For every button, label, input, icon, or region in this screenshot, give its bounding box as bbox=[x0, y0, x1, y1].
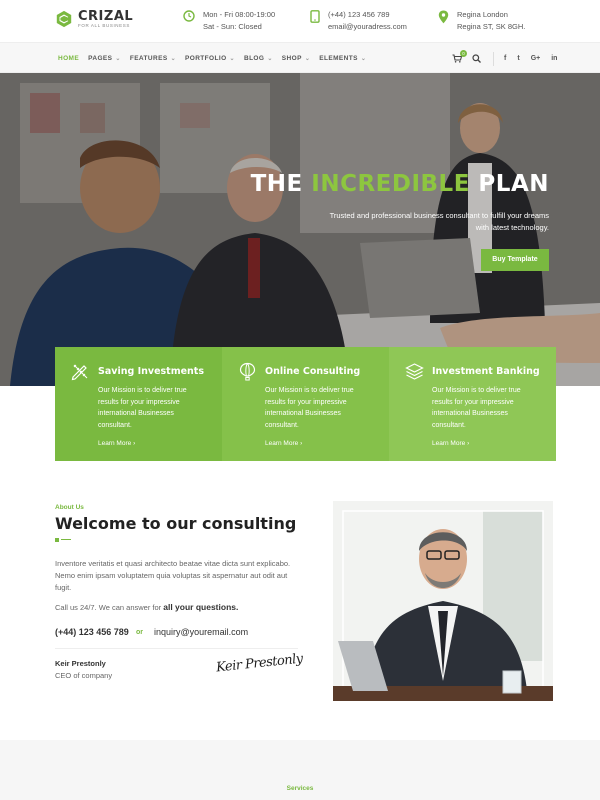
cart-count-badge: 0 bbox=[460, 50, 467, 57]
clock-icon bbox=[183, 10, 195, 22]
nav-divider bbox=[493, 51, 494, 66]
buy-template-button[interactable]: Buy Template bbox=[481, 249, 549, 271]
about-call-text: Call us 24/7. We can answer for all your… bbox=[55, 602, 238, 612]
learn-more-link[interactable]: Learn More › bbox=[98, 440, 208, 447]
nav-item-label: ELEMENTS bbox=[319, 55, 358, 62]
feature-description: Our Mission is to deliver true results f… bbox=[432, 387, 521, 429]
feature-description: Our Mission is to deliver true results f… bbox=[98, 387, 187, 429]
learn-more-label: Learn More bbox=[432, 440, 466, 447]
nav-item-shop[interactable]: SHOP ⌄ bbox=[282, 55, 310, 62]
learn-more-label: Learn More bbox=[265, 440, 299, 447]
feature-title: Online Consulting bbox=[265, 366, 361, 377]
twitter-icon[interactable]: t bbox=[517, 55, 519, 62]
chevron-right-icon: › bbox=[133, 440, 136, 447]
contact-phone-line1: (+44) 123 456 789 bbox=[328, 10, 390, 19]
about-email[interactable]: inquiry@youremail.com bbox=[154, 627, 248, 637]
nav-item-features[interactable]: FEATURES ⌄ bbox=[130, 55, 176, 62]
logo-icon bbox=[56, 11, 72, 28]
chevron-down-icon: ⌄ bbox=[360, 56, 367, 62]
about-or: or bbox=[136, 629, 143, 636]
hero-title-part2: PLAN bbox=[469, 171, 549, 197]
map-pin-icon bbox=[438, 10, 449, 24]
ceo-photo bbox=[333, 501, 553, 701]
layers-icon bbox=[405, 363, 424, 380]
about-title: Welcome to our consulting bbox=[55, 514, 297, 533]
nav-item-label: BLOG bbox=[243, 55, 265, 62]
contact-address: Regina London Regina ST, SK 8GH. bbox=[438, 9, 525, 33]
contact-hours-line1: Mon - Fri 08:00-19:00 bbox=[203, 10, 276, 19]
contact-address-line1: Regina London bbox=[457, 10, 508, 19]
nav-item-label: SHOP bbox=[281, 55, 302, 62]
title-separator bbox=[55, 537, 73, 542]
hero-title: THE INCREDIBLE PLAN bbox=[251, 171, 549, 197]
hero-banner: THE INCREDIBLE PLAN Trusted and professi… bbox=[0, 73, 600, 386]
nav-item-label: PAGES bbox=[88, 55, 113, 62]
nav-item-label: HOME bbox=[58, 55, 80, 62]
chevron-down-icon: ⌄ bbox=[170, 56, 177, 62]
contact-hours: Mon - Fri 08:00-19:00 Sat - Sun: Closed bbox=[183, 9, 275, 33]
contact-address-line2: Regina ST, SK 8GH. bbox=[457, 22, 526, 31]
phone-icon bbox=[310, 10, 320, 23]
nav-item-pages[interactable]: PAGES ⌄ bbox=[88, 55, 121, 62]
linkedin-icon[interactable]: in bbox=[551, 55, 557, 62]
nav-item-label: PORTFOLIO bbox=[185, 55, 227, 62]
chevron-right-icon: › bbox=[300, 440, 303, 447]
ceo-photo-image bbox=[333, 501, 553, 701]
feature-title: Investment Banking bbox=[432, 366, 540, 377]
chevron-down-icon: ⌄ bbox=[229, 56, 235, 62]
feature-title: Saving Investments bbox=[98, 366, 205, 377]
chevron-right-icon: › bbox=[467, 440, 470, 447]
feature-online-consulting: Online Consulting Our Mission is to deli… bbox=[222, 347, 389, 461]
feature-investment-banking: Investment Banking Our Mission is to del… bbox=[389, 347, 556, 461]
cart-button[interactable]: 0 bbox=[452, 50, 467, 63]
chevron-down-icon: ⌄ bbox=[304, 56, 311, 62]
nav-item-home[interactable]: HOME bbox=[58, 55, 79, 62]
about-label: About Us bbox=[55, 504, 84, 511]
contact-phone: (+44) 123 456 789 email@youradress.com bbox=[310, 9, 407, 33]
ceo-role: CEO of company bbox=[55, 671, 113, 680]
ceo-name: Keir Prestonly bbox=[55, 659, 106, 668]
nav-tools: 0 f t G+ in bbox=[452, 43, 568, 74]
learn-more-label: Learn More bbox=[98, 440, 132, 447]
google-plus-icon[interactable]: G+ bbox=[531, 55, 541, 62]
nav-item-elements[interactable]: ELEMENTS ⌄ bbox=[319, 55, 366, 62]
hot-air-balloon-icon bbox=[239, 362, 256, 381]
logo[interactable]: CRIZAL FOR ALL BUSINESS bbox=[55, 10, 133, 29]
chevron-down-icon: ⌄ bbox=[115, 56, 121, 62]
hero-subtitle: Trusted and professional business consul… bbox=[329, 211, 549, 232]
feature-boxes: Saving Investments Our Mission is to del… bbox=[55, 347, 556, 461]
learn-more-link[interactable]: Learn More › bbox=[265, 440, 375, 447]
contact-email-line2: email@youradress.com bbox=[328, 22, 407, 31]
nav-item-blog[interactable]: BLOG ⌄ bbox=[244, 55, 273, 62]
about-phone[interactable]: (+44) 123 456 789 bbox=[55, 627, 129, 637]
feature-description: Our Mission is to deliver true results f… bbox=[265, 387, 354, 429]
facebook-icon[interactable]: f bbox=[504, 55, 506, 62]
search-icon bbox=[472, 54, 481, 63]
services-label: Services bbox=[286, 785, 314, 792]
hero-title-part1: THE bbox=[250, 171, 312, 197]
main-nav: HOME PAGES ⌄ FEATURES ⌄ PORTFOLIO ⌄ BLOG ⌄ S… bbox=[0, 42, 600, 73]
hero-title-highlight: INCREDIBLE bbox=[311, 171, 470, 197]
call-text: Call us 24/7. We can answer for bbox=[55, 603, 164, 612]
call-text-bold: all your questions. bbox=[163, 602, 239, 612]
nav-menu: HOME PAGES ⌄ FEATURES ⌄ PORTFOLIO ⌄ BLOG ⌄ S… bbox=[58, 43, 375, 74]
search-button[interactable] bbox=[472, 54, 481, 63]
learn-more-link[interactable]: Learn More › bbox=[432, 440, 542, 447]
pencil-ruler-icon bbox=[71, 364, 88, 381]
about-text: Inventore veritatis et quasi architecto … bbox=[55, 559, 291, 592]
chevron-down-icon: ⌄ bbox=[267, 56, 273, 62]
logo-tagline: FOR ALL BUSINESS bbox=[78, 23, 130, 28]
top-header: CRIZAL FOR ALL BUSINESS Mon - Fri 08:00-… bbox=[0, 0, 600, 42]
contact-hours-line2: Sat - Sun: Closed bbox=[203, 22, 262, 31]
nav-item-label: FEATURES bbox=[129, 55, 168, 62]
signature: Keir Prestonly bbox=[215, 651, 304, 676]
nav-item-portfolio[interactable]: PORTFOLIO ⌄ bbox=[185, 55, 235, 62]
divider bbox=[55, 648, 298, 649]
logo-name: CRIZAL bbox=[78, 9, 134, 24]
feature-saving-investments: Saving Investments Our Mission is to del… bbox=[55, 347, 222, 461]
